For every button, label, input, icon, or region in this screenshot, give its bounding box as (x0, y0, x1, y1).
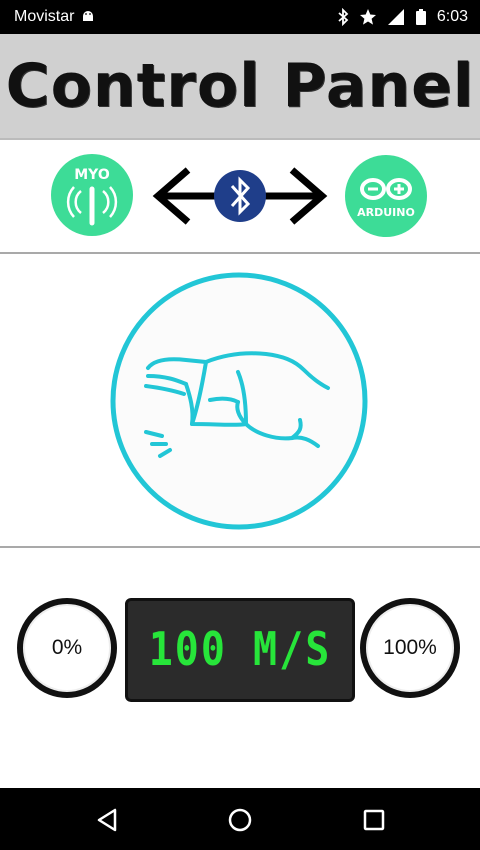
arduino-logo-icon[interactable]: ARDUINO (344, 154, 428, 238)
myo-logo-icon[interactable]: MYO (50, 153, 134, 237)
pinch-gesture-icon[interactable] (106, 268, 372, 534)
navigation-bar (0, 788, 480, 850)
speed-display: 100 M/S (125, 598, 355, 702)
back-icon[interactable] (93, 806, 121, 834)
header: Control Panel (0, 34, 480, 140)
home-icon[interactable] (226, 806, 254, 834)
status-bar: Movistar 6:03 (0, 0, 480, 34)
clock: 6:03 (436, 8, 468, 25)
page-title: Control Panel (5, 51, 475, 121)
bluetooth-icon (338, 8, 349, 26)
star-icon (359, 9, 376, 25)
max-speed-button[interactable]: 100% (360, 598, 460, 698)
speed-controls: 0% 100 M/S 100% (0, 548, 480, 788)
bluetooth-link-icon (152, 167, 328, 225)
speed-readout: 100 M/S (148, 623, 332, 677)
min-speed-label: 0% (51, 636, 83, 659)
signal-icon (387, 9, 404, 25)
min-speed-button[interactable]: 0% (17, 598, 117, 698)
carrier-label: Movistar (14, 8, 75, 25)
connection-status-row: MYO ARDUINO (0, 138, 480, 254)
battery-icon (415, 9, 426, 25)
gesture-panel (0, 254, 480, 548)
max-speed-label: 100% (383, 636, 437, 659)
arduino-label: ARDUINO (357, 206, 415, 219)
android-icon (83, 11, 94, 21)
recents-icon[interactable] (360, 806, 388, 834)
myo-label: MYO (74, 167, 110, 183)
